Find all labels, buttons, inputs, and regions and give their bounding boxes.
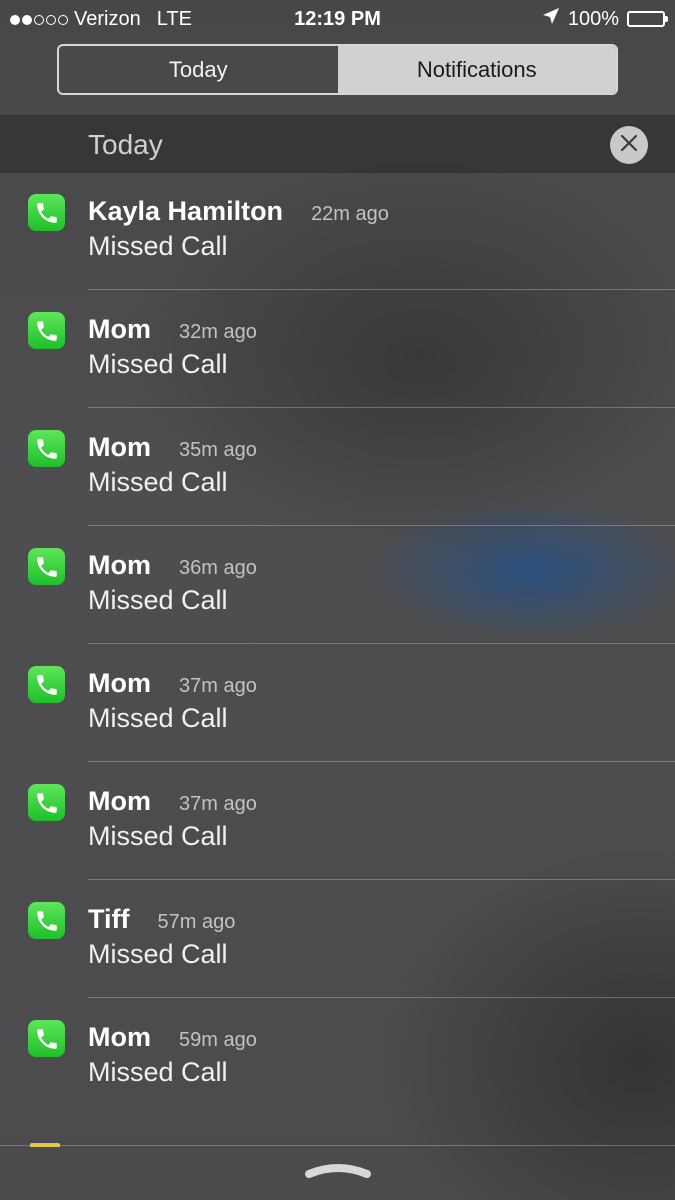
phone-icon (28, 1020, 65, 1057)
view-segmented-control: Today Notifications (57, 44, 618, 95)
notification-message: Missed Call (88, 231, 228, 261)
phone-icon (28, 902, 65, 939)
notification-list: Kayla Hamilton 22m ago Missed Call Mom 32m… (0, 172, 675, 1116)
status-bar: Verizon LTE 12:19 PM 100% (0, 0, 675, 38)
caller-name: Mom (88, 1022, 151, 1052)
notification-message: Missed Call (88, 467, 228, 497)
caller-name: Mom (88, 786, 151, 816)
section-header: Today (0, 114, 675, 173)
caller-name: Mom (88, 314, 151, 344)
notification-time: 32m ago (179, 321, 257, 343)
caller-name: Kayla Hamilton (88, 196, 284, 226)
phone-icon (28, 784, 65, 821)
phone-icon (28, 430, 65, 467)
phone-icon (28, 666, 65, 703)
notification-item[interactable]: Mom 59m ago Missed Call (0, 998, 675, 1116)
caller-name: Tiff (88, 904, 130, 934)
notification-time: 37m ago (179, 793, 257, 815)
battery-icon (627, 11, 668, 27)
phone-icon (28, 548, 65, 585)
notification-message: Missed Call (88, 1057, 228, 1087)
notification-item[interactable]: Tiff 57m ago Missed Call (0, 880, 675, 998)
caller-name: Mom (88, 432, 151, 462)
tab-today[interactable]: Today (59, 46, 338, 93)
notification-item[interactable]: Mom 36m ago Missed Call (0, 526, 675, 644)
next-notification-icon-peek (30, 1143, 60, 1147)
notification-time: 22m ago (311, 203, 389, 225)
grabber-handle-icon[interactable] (305, 1160, 371, 1185)
notification-message: Missed Call (88, 585, 228, 615)
close-icon (620, 134, 638, 157)
battery-percentage: 100% (567, 7, 619, 30)
notification-item[interactable]: Kayla Hamilton 22m ago Missed Call (0, 172, 675, 290)
notification-time: 37m ago (179, 675, 257, 697)
notification-message: Missed Call (88, 821, 228, 851)
notification-item[interactable]: Mom 37m ago Missed Call (0, 762, 675, 880)
phone-icon (28, 312, 65, 349)
clear-notifications-button[interactable] (610, 126, 648, 164)
notification-time: 36m ago (179, 557, 257, 579)
caller-name: Mom (88, 668, 151, 698)
bottom-divider (0, 1145, 675, 1146)
tab-notifications[interactable]: Notifications (337, 46, 616, 93)
notification-item[interactable]: Mom 32m ago Missed Call (0, 290, 675, 408)
caller-name: Mom (88, 550, 151, 580)
notification-message: Missed Call (88, 349, 228, 379)
location-arrow-icon (542, 7, 560, 31)
notification-time: 57m ago (157, 911, 236, 933)
notification-message: Missed Call (88, 703, 228, 733)
phone-icon (28, 194, 65, 231)
section-title: Today (88, 129, 163, 160)
notification-message: Missed Call (88, 939, 228, 969)
notification-time: 35m ago (179, 439, 257, 461)
notification-time: 59m ago (179, 1029, 257, 1051)
notification-item[interactable]: Mom 37m ago Missed Call (0, 644, 675, 762)
notification-item[interactable]: Mom 35m ago Missed Call (0, 408, 675, 526)
